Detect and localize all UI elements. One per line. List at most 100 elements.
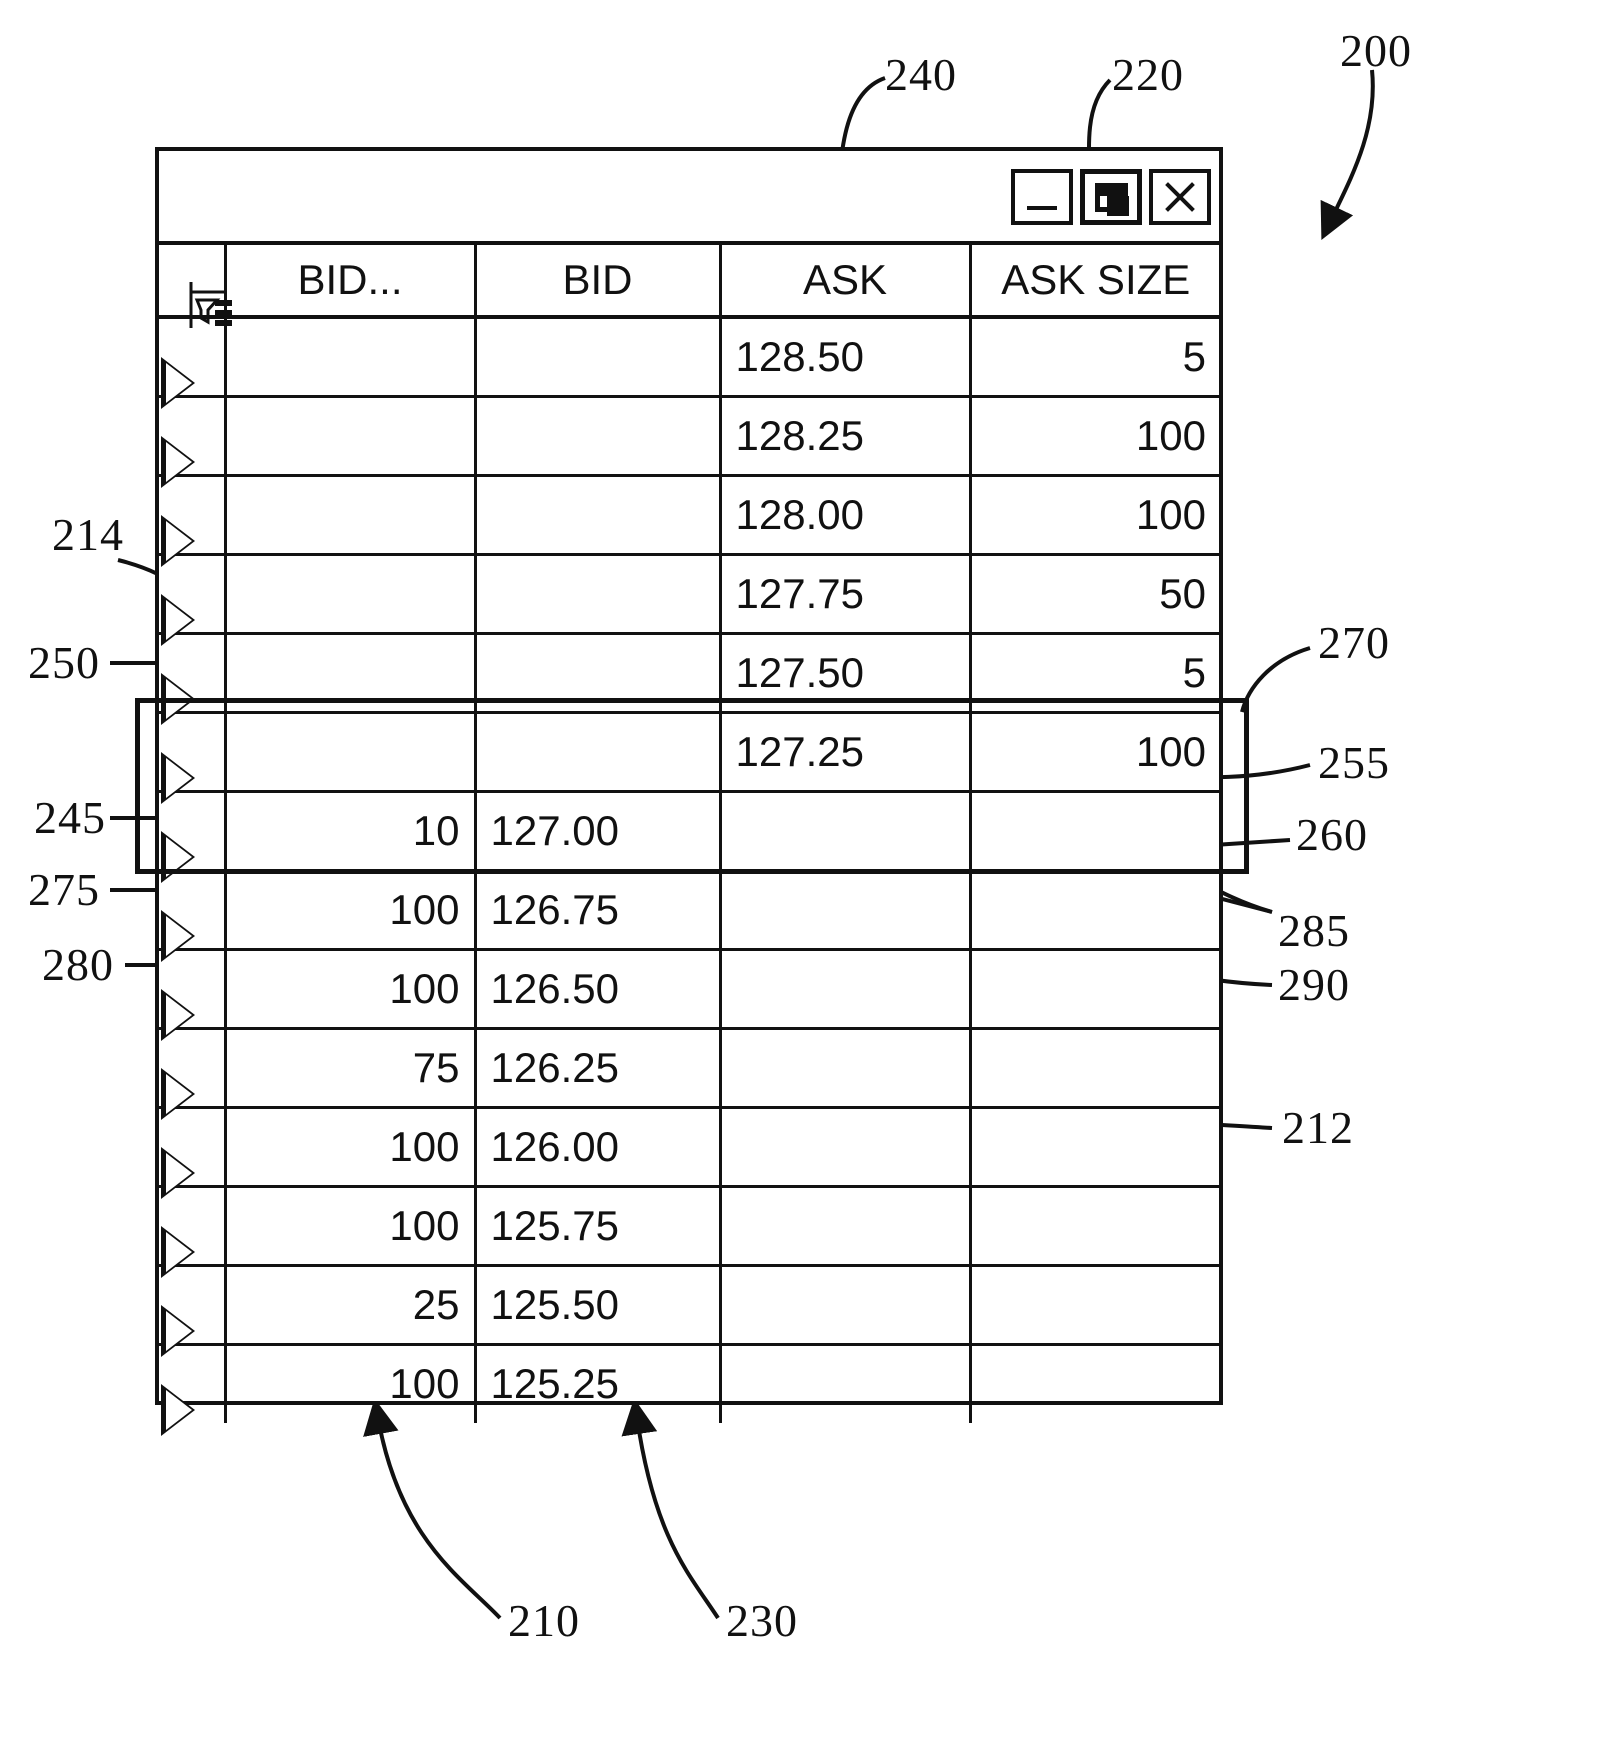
- table-row[interactable]: 128.25 100: [159, 396, 1220, 477]
- cell-bidsize[interactable]: 100: [225, 949, 477, 1030]
- cell-ask[interactable]: [720, 1028, 972, 1109]
- cell-bidsize[interactable]: 100: [225, 870, 477, 951]
- table-row[interactable]: 100 125.25: [159, 1344, 1220, 1423]
- cell-asksize[interactable]: [970, 949, 1220, 1030]
- cell-ask[interactable]: 127.75: [720, 554, 972, 635]
- ref-numeral-240: 240: [885, 49, 957, 100]
- ref-numeral-230: 230: [726, 1595, 798, 1646]
- cell-asksize[interactable]: 5: [970, 633, 1220, 714]
- cell-bidsize[interactable]: 75: [225, 1028, 477, 1109]
- cell-bid[interactable]: [475, 712, 722, 793]
- cell-asksize[interactable]: 100: [970, 396, 1220, 477]
- cell-bid[interactable]: [475, 475, 722, 556]
- column-header-asksize[interactable]: ASK SIZE: [970, 245, 1220, 319]
- cell-ask[interactable]: [720, 1107, 972, 1188]
- cell-ask[interactable]: [720, 870, 972, 951]
- cell-bid[interactable]: 127.00: [475, 791, 722, 872]
- table-row[interactable]: 100 126.75: [159, 870, 1220, 951]
- minimize-button[interactable]: [1011, 169, 1073, 225]
- window-controls: [1011, 169, 1211, 225]
- cell-bidsize[interactable]: [225, 633, 477, 714]
- cell-bid[interactable]: [475, 554, 722, 635]
- table-row[interactable]: 127.25 100: [159, 712, 1220, 793]
- cell-bidsize[interactable]: 100: [225, 1186, 477, 1267]
- cell-asksize[interactable]: 100: [970, 712, 1220, 793]
- table-row[interactable]: 128.50 5: [159, 317, 1220, 398]
- cell-asksize[interactable]: [970, 791, 1220, 872]
- ref-numeral-260: 260: [1296, 809, 1368, 860]
- cell-asksize[interactable]: [970, 1107, 1220, 1188]
- table-row[interactable]: 128.00 100: [159, 475, 1220, 556]
- ref-numeral-275: 275: [28, 864, 100, 915]
- cell-bid[interactable]: 126.75: [475, 870, 722, 951]
- table-row[interactable]: 25 125.50: [159, 1265, 1220, 1346]
- ref-numeral-290: 290: [1278, 959, 1350, 1010]
- table-body: 128.50 5 128.25 100 128.00 100 127.75 50 127.50 5…: [159, 317, 1220, 1423]
- cell-bid[interactable]: [475, 633, 722, 714]
- cell-bidsize[interactable]: 10: [225, 791, 477, 872]
- cell-bidsize[interactable]: [225, 317, 477, 398]
- cell-asksize[interactable]: 5: [970, 317, 1220, 398]
- cell-ask[interactable]: 128.25: [720, 396, 972, 477]
- cell-asksize[interactable]: [970, 1028, 1220, 1109]
- cell-ask[interactable]: 128.50: [720, 317, 972, 398]
- ref-numeral-270: 270: [1318, 617, 1390, 668]
- ref-numeral-245: 245: [34, 792, 106, 843]
- cell-asksize[interactable]: [970, 1265, 1220, 1346]
- cell-ask[interactable]: 127.25: [720, 712, 972, 793]
- cell-ask[interactable]: [720, 791, 972, 872]
- cell-ask[interactable]: [720, 949, 972, 1030]
- cell-bidsize[interactable]: 100: [225, 1344, 477, 1423]
- cell-bid[interactable]: 125.75: [475, 1186, 722, 1267]
- cell-bid[interactable]: [475, 317, 722, 398]
- restore-button[interactable]: [1080, 169, 1142, 225]
- ref-numeral-285: 285: [1278, 905, 1350, 956]
- cell-ask[interactable]: [720, 1265, 972, 1346]
- cell-ask[interactable]: [720, 1186, 972, 1267]
- cell-asksize[interactable]: 50: [970, 554, 1220, 635]
- table-row[interactable]: 10 127.00: [159, 791, 1220, 872]
- column-header-bidsize[interactable]: BID...: [225, 245, 477, 319]
- cell-bidsize[interactable]: [225, 712, 477, 793]
- cell-asksize[interactable]: [970, 870, 1220, 951]
- column-header-ask[interactable]: ASK: [720, 245, 972, 319]
- cell-bid[interactable]: 126.00: [475, 1107, 722, 1188]
- ref-numeral-220: 220: [1112, 49, 1184, 100]
- ref-numeral-255: 255: [1318, 737, 1390, 788]
- cell-bid[interactable]: 126.25: [475, 1028, 722, 1109]
- restore-icon-secondary: [1107, 196, 1129, 216]
- cell-asksize[interactable]: [970, 1186, 1220, 1267]
- table-row[interactable]: 127.50 5: [159, 633, 1220, 714]
- close-icon: [1161, 178, 1199, 216]
- close-button[interactable]: [1149, 169, 1211, 225]
- ref-numeral-280: 280: [42, 939, 114, 990]
- ref-numeral-214: 214: [52, 509, 124, 560]
- minimize-icon: [1027, 206, 1057, 210]
- cell-bidsize[interactable]: [225, 554, 477, 635]
- cell-bidsize[interactable]: 25: [225, 1265, 477, 1346]
- cell-bidsize[interactable]: [225, 475, 477, 556]
- cell-asksize[interactable]: [970, 1344, 1220, 1423]
- table-row[interactable]: 75 126.25: [159, 1028, 1220, 1109]
- column-header-bid[interactable]: BID: [475, 245, 722, 319]
- cell-bidsize[interactable]: 100: [225, 1107, 477, 1188]
- cell-bid[interactable]: [475, 396, 722, 477]
- cell-asksize[interactable]: 100: [970, 475, 1220, 556]
- ref-numeral-200: 200: [1340, 25, 1412, 76]
- cell-ask[interactable]: 128.00: [720, 475, 972, 556]
- table-row[interactable]: 100 126.00: [159, 1107, 1220, 1188]
- cell-bidsize[interactable]: [225, 396, 477, 477]
- ref-numeral-210: 210: [508, 1595, 580, 1646]
- cell-bid[interactable]: 125.25: [475, 1344, 722, 1423]
- cell-bid[interactable]: 126.50: [475, 949, 722, 1030]
- trading-window: BID... BID ASK ASK SIZE 128.50 5 128.25 100…: [155, 147, 1223, 1423]
- cell-bid[interactable]: 125.50: [475, 1265, 722, 1346]
- cell-ask[interactable]: [720, 1344, 972, 1423]
- table-header-row: BID... BID ASK ASK SIZE: [159, 245, 1220, 328]
- cell-ask[interactable]: 127.50: [720, 633, 972, 714]
- table-row[interactable]: 100 125.75: [159, 1186, 1220, 1267]
- table-row[interactable]: 127.75 50: [159, 554, 1220, 635]
- window-title-bar[interactable]: [159, 151, 1219, 245]
- column-header-marker[interactable]: [159, 245, 233, 328]
- table-row[interactable]: 100 126.50: [159, 949, 1220, 1030]
